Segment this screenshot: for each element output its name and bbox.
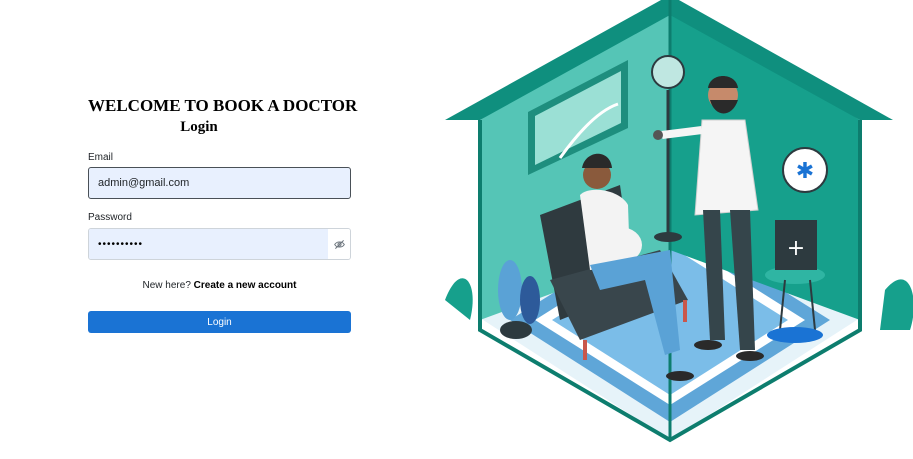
bush-left xyxy=(445,278,473,320)
welcome-heading: WELCOME TO BOOK A DOCTOR xyxy=(88,96,358,115)
password-label: Password xyxy=(88,212,132,223)
lamp-base xyxy=(654,232,682,242)
stethoscope-icon xyxy=(653,130,663,140)
doctor-shoe xyxy=(694,340,722,350)
password-field[interactable] xyxy=(89,229,328,259)
plant-leaf xyxy=(520,276,540,324)
doctor-shoe xyxy=(736,351,764,361)
email-label: Email xyxy=(88,152,114,163)
page-title: Login xyxy=(180,119,218,135)
signup-prompt: New here? Create a new account xyxy=(88,280,351,291)
password-field-group xyxy=(88,228,351,260)
star-of-life-icon: ✱ xyxy=(796,159,814,184)
login-button[interactable]: Login xyxy=(88,311,351,333)
doctor-arm xyxy=(661,126,703,139)
bush-right xyxy=(880,279,913,330)
cross-icon: + xyxy=(787,236,805,261)
table-shadow xyxy=(767,327,823,343)
eye-slash-icon[interactable] xyxy=(328,229,350,259)
doctor-illustration: ✱ + xyxy=(445,0,913,443)
signup-prompt-text: New here? xyxy=(142,280,191,291)
lamp-shade xyxy=(651,55,685,89)
create-account-link[interactable]: Create a new account xyxy=(194,280,297,291)
patient-shoe xyxy=(666,371,694,381)
plant-leaf xyxy=(498,260,522,320)
email-field[interactable] xyxy=(88,167,351,199)
plant-pot xyxy=(500,321,532,339)
